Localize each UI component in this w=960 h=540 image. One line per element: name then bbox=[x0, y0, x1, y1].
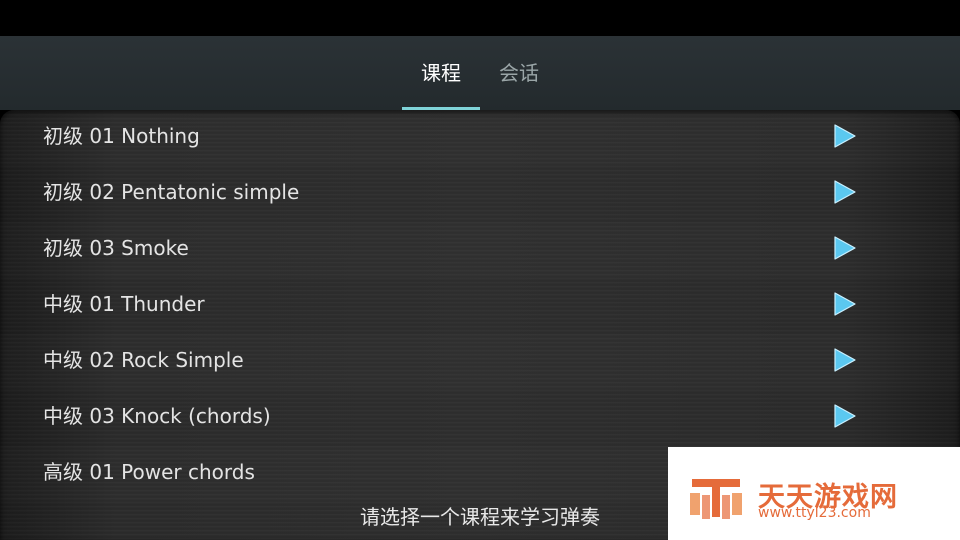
tab-sessions-label: 会话 bbox=[499, 61, 539, 85]
play-icon[interactable] bbox=[834, 292, 856, 316]
tabs: 课程 会话 bbox=[0, 36, 960, 110]
play-icon[interactable] bbox=[834, 124, 856, 148]
tab-sessions[interactable]: 会话 bbox=[485, 36, 553, 108]
play-icon[interactable] bbox=[834, 236, 856, 260]
lesson-label: 初级 01 Nothing bbox=[43, 124, 200, 148]
lesson-row[interactable]: 初级 03 Smoke bbox=[0, 222, 960, 278]
play-icon[interactable] bbox=[834, 180, 856, 204]
lesson-row[interactable]: 初级 01 Nothing bbox=[0, 110, 960, 166]
lesson-row[interactable]: 初级 02 Pentatonic simple bbox=[0, 166, 960, 222]
watermark: 天天游戏网 www.ttyl23.com bbox=[668, 447, 960, 540]
tab-lessons-label: 课程 bbox=[421, 61, 461, 85]
lesson-label: 高级 01 Power chords bbox=[43, 460, 255, 484]
lesson-row[interactable]: 中级 02 Rock Simple bbox=[0, 334, 960, 390]
lesson-label: 初级 03 Smoke bbox=[43, 236, 189, 260]
lesson-label: 中级 03 Knock (chords) bbox=[43, 404, 271, 428]
lesson-row[interactable]: 中级 03 Knock (chords) bbox=[0, 390, 960, 446]
play-icon[interactable] bbox=[834, 348, 856, 372]
tab-lessons[interactable]: 课程 bbox=[402, 36, 480, 110]
app-screen: 课程 会话 初级 01 Nothing 初级 02 Pentatonic sim… bbox=[0, 0, 960, 540]
play-icon[interactable] bbox=[834, 404, 856, 428]
lesson-label: 中级 02 Rock Simple bbox=[43, 348, 244, 372]
tab-bar: 课程 会话 bbox=[0, 36, 960, 110]
lesson-label: 初级 02 Pentatonic simple bbox=[43, 180, 300, 204]
watermark-url: www.ttyl23.com bbox=[758, 505, 871, 521]
watermark-logo-icon bbox=[690, 479, 742, 519]
lesson-row[interactable]: 中级 01 Thunder bbox=[0, 278, 960, 334]
lesson-label: 中级 01 Thunder bbox=[43, 292, 205, 316]
